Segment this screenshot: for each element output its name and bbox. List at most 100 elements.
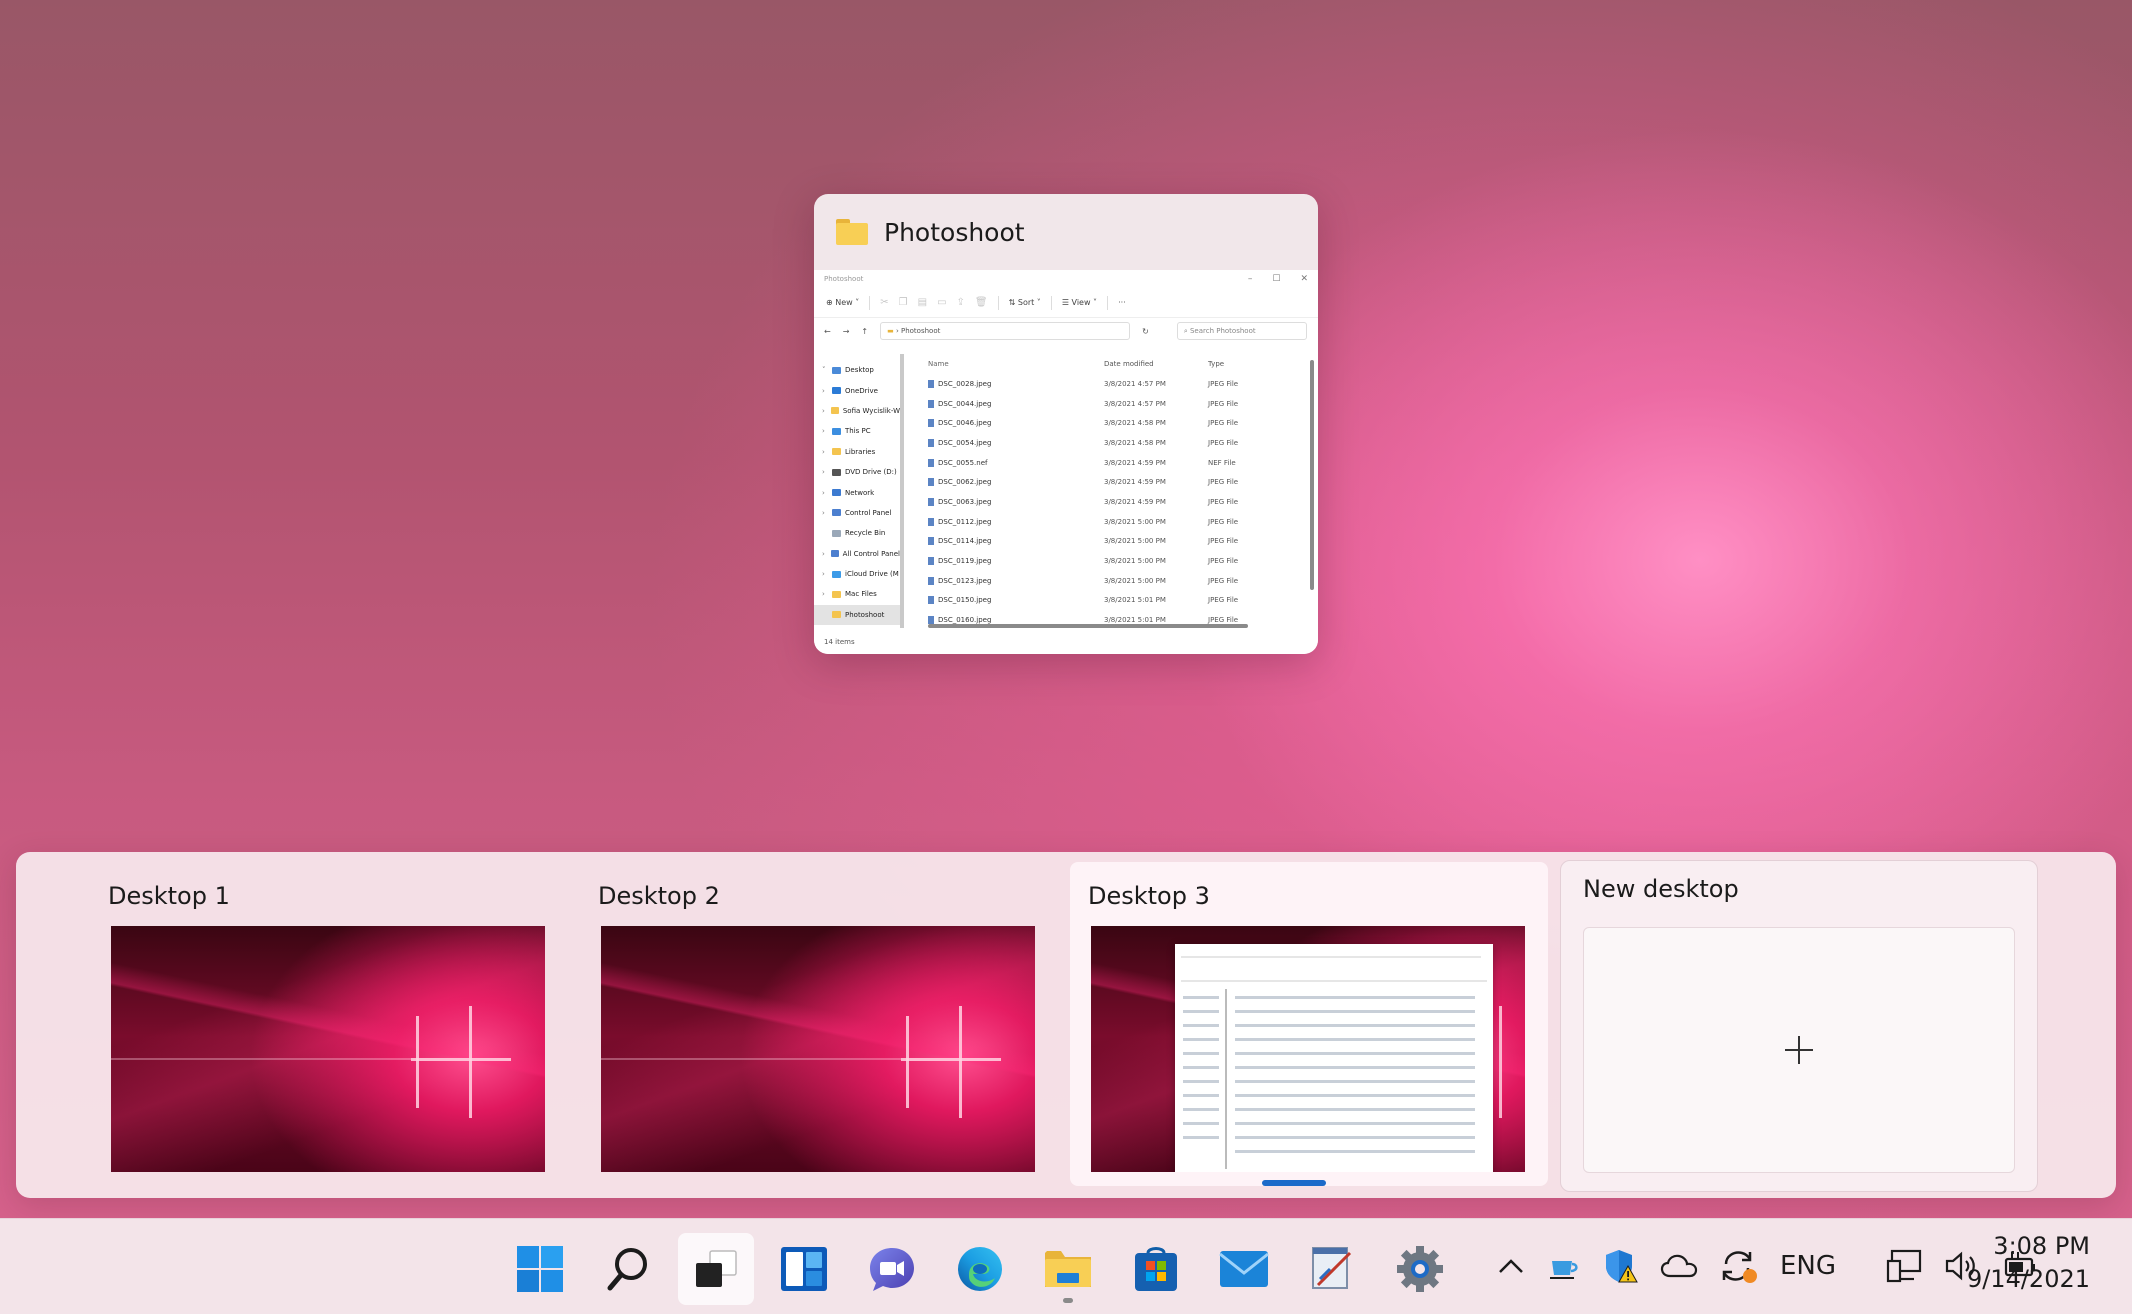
nav-item-label: Recycle Bin — [845, 529, 886, 538]
chevron-right-icon: › — [822, 386, 825, 395]
explorer-thumbnail: Photoshoot – ☐ ✕ ⊕ New ˅ ✂ ❐ ▤ ▭ ⇪ 🗑 ⇅ Sor… — [814, 270, 1318, 654]
store-button[interactable] — [1118, 1233, 1194, 1305]
column-type: Type — [1208, 360, 1225, 368]
explorer-nav-pane: ˅ Desktop › OneDrive › Sofia Wycislik-W › This … — [814, 354, 904, 628]
file-date: 3/8/2021 4:57 PM — [1104, 379, 1166, 388]
file-name: DSC_0112.jpeg — [928, 517, 1104, 526]
settings-button[interactable] — [1382, 1233, 1458, 1305]
desktop-2-thumbnail — [601, 926, 1035, 1172]
file-name: DSC_0150.jpeg — [928, 596, 1104, 605]
desktop-2-card[interactable]: Desktop 2 — [598, 852, 1076, 1192]
chat-icon — [870, 1248, 914, 1291]
tray-security-button[interactable] — [1604, 1248, 1638, 1284]
language-indicator[interactable]: ENG — [1780, 1251, 1836, 1281]
widgets-icon — [781, 1247, 827, 1291]
image-file-icon — [928, 419, 934, 428]
file-name-text: DSC_0055.nef — [938, 458, 988, 467]
chevron-right-icon: › — [822, 549, 825, 558]
tray-onedrive-button[interactable] — [1660, 1253, 1698, 1279]
chat-button[interactable] — [854, 1233, 930, 1305]
file-explorer-button[interactable] — [1030, 1233, 1106, 1305]
tray-sync-button[interactable] — [1720, 1248, 1758, 1284]
desktop-1-thumbnail — [111, 926, 545, 1172]
tray-network-button[interactable] — [1886, 1249, 1922, 1283]
file-type: JPEG File — [1208, 557, 1239, 566]
nav-item: › Libraries — [814, 442, 900, 462]
copy-icon: ❐ — [898, 297, 908, 308]
file-date: 3/8/2021 4:59 PM — [1104, 458, 1166, 467]
image-file-icon — [928, 399, 934, 408]
file-name-text: DSC_0112.jpeg — [938, 517, 992, 526]
file-name: DSC_0044.jpeg — [928, 399, 1104, 408]
file-name-text: DSC_0044.jpeg — [938, 399, 992, 408]
new-desktop-label: New desktop — [1583, 875, 1739, 903]
clock-date: 9/14/2021 — [1966, 1265, 2090, 1293]
nav-item-icon — [832, 611, 841, 619]
file-name: DSC_0119.jpeg — [928, 557, 1104, 566]
file-type: JPEG File — [1208, 497, 1239, 506]
nav-item-icon — [832, 529, 841, 537]
desktop-3-card[interactable]: Desktop 3 — [1070, 852, 1548, 1192]
nav-item: ˅ Desktop — [814, 360, 900, 380]
show-hidden-icons-button[interactable] — [1496, 1256, 1526, 1276]
cut-icon: ✂ — [880, 297, 889, 308]
up-icon: ↑ — [861, 326, 869, 336]
horizontal-scrollbar — [928, 624, 1248, 628]
start-button[interactable] — [502, 1233, 578, 1305]
nav-item: › Sofia Wycislik-W — [814, 401, 900, 421]
desktop-1-label: Desktop 1 — [108, 882, 230, 910]
file-type: JPEG File — [1208, 576, 1239, 585]
image-file-icon — [928, 616, 934, 625]
file-type: JPEG File — [1208, 537, 1239, 546]
file-row: DSC_0044.jpeg 3/8/2021 4:57 PM JPEG File — [928, 394, 1318, 414]
tray-coffee-button[interactable] — [1548, 1251, 1582, 1281]
desktop-1-card[interactable]: Desktop 1 — [108, 852, 586, 1192]
task-view-button[interactable] — [678, 1233, 754, 1305]
file-type: JPEG File — [1208, 596, 1239, 605]
search-button[interactable] — [590, 1233, 666, 1305]
nav-item-label: OneDrive — [845, 386, 878, 395]
file-row: DSC_0055.nef 3/8/2021 4:59 PM NEF File — [928, 453, 1318, 473]
forward-icon: → — [842, 326, 850, 336]
image-file-icon — [928, 438, 934, 447]
new-desktop-button[interactable] — [1583, 927, 2015, 1173]
file-date: 3/8/2021 5:00 PM — [1104, 557, 1166, 566]
nav-item-icon — [832, 489, 841, 497]
edge-icon — [958, 1247, 1002, 1291]
file-name: DSC_0063.jpeg — [928, 497, 1104, 506]
file-date: 3/8/2021 4:59 PM — [1104, 497, 1166, 506]
explorer-file-list: Name Date modified Type DSC_0028.jpeg 3/8… — [904, 354, 1318, 628]
snipping-tool-button[interactable] — [1294, 1233, 1370, 1305]
coffee-icon — [1550, 1261, 1578, 1279]
file-row: DSC_0112.jpeg 3/8/2021 5:00 PM JPEG File — [928, 512, 1318, 532]
paste-icon: ▤ — [917, 297, 928, 308]
mail-button[interactable] — [1206, 1233, 1282, 1305]
taskbar-clock[interactable]: 3:08 PM 9/14/2021 — [1967, 1230, 2090, 1296]
window-preview-photoshoot[interactable]: Photoshoot Photoshoot – ☐ ✕ ⊕ New ˅ ✂ ❐ ▤ … — [814, 194, 1318, 654]
file-name-text: DSC_0054.jpeg — [938, 438, 992, 447]
defender-warning-icon — [1606, 1250, 1638, 1283]
minimize-icon: – — [1247, 274, 1253, 284]
new-desktop-card[interactable]: New desktop — [1560, 860, 2038, 1192]
file-row: DSC_0046.jpeg 3/8/2021 4:58 PM JPEG File — [928, 413, 1318, 433]
search-icon — [607, 1248, 647, 1291]
edge-button[interactable] — [942, 1233, 1018, 1305]
store-icon — [1135, 1247, 1177, 1291]
nav-item-icon — [832, 366, 841, 374]
plus-icon — [1785, 1036, 1813, 1064]
file-name-text: DSC_0046.jpeg — [938, 419, 992, 428]
rename-icon: ▭ — [937, 297, 947, 308]
network-icon — [1886, 1249, 1922, 1283]
file-name-text: DSC_0063.jpeg — [938, 497, 992, 506]
nav-item-icon — [832, 590, 841, 598]
explorer-status-bar: 14 items — [814, 630, 1318, 654]
close-icon: ✕ — [1300, 274, 1308, 284]
nav-item-icon — [830, 407, 839, 415]
file-name: DSC_0054.jpeg — [928, 438, 1104, 447]
widgets-button[interactable] — [766, 1233, 842, 1305]
file-type: JPEG File — [1208, 438, 1239, 447]
back-icon: ← — [824, 326, 831, 336]
nav-item-label: Mac Files — [845, 590, 877, 599]
sync-icon — [1722, 1251, 1757, 1283]
maximize-icon: ☐ — [1272, 274, 1281, 284]
